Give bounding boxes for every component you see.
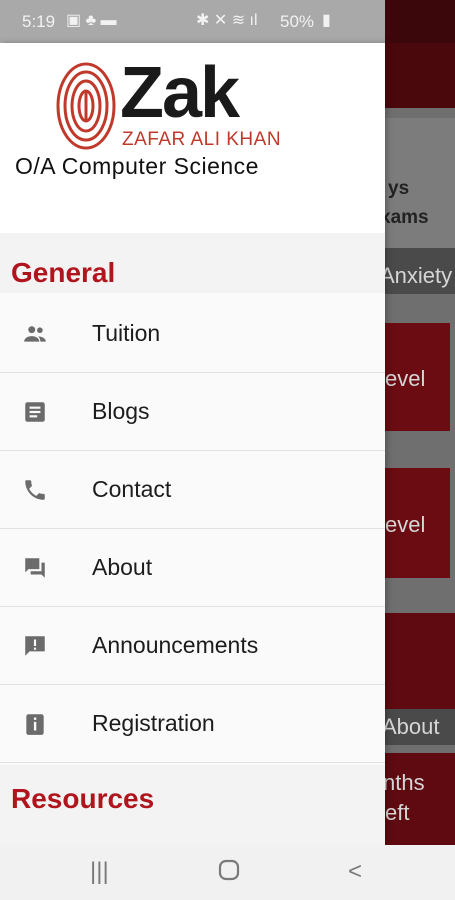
section-general: General (0, 233, 385, 293)
menu-item-label: About (92, 554, 153, 580)
back-icon[interactable]: < (348, 858, 362, 886)
info-icon (26, 714, 44, 735)
section-title: Resources (11, 783, 155, 814)
background-text: Anxiety (380, 263, 453, 288)
background-text: evel (385, 366, 426, 391)
forum-icon (25, 558, 45, 578)
background-text: About (382, 714, 440, 739)
background-text: xams (380, 207, 429, 228)
logo-tagline: O/A Computer Science (15, 153, 259, 179)
home-icon[interactable] (218, 859, 240, 888)
background-text: nths (383, 770, 425, 795)
section-title: General (11, 257, 116, 288)
menu-item-label: Contact (92, 476, 172, 502)
menu-item-label: Announcements (92, 632, 259, 658)
menu-item-label: Registration (92, 710, 215, 736)
menu-item-contact[interactable]: Contact (0, 451, 385, 529)
drawer-menu: Tuition Blogs Contact About Announcement… (0, 295, 385, 763)
status-time: 5:19 (22, 12, 56, 31)
navigation-drawer: Zak ZAFAR ALI KHAN O/A Computer Science … (0, 43, 385, 845)
battery-icon: ▮ (322, 12, 331, 29)
background-text: ys (388, 178, 410, 199)
system-navigation-bar: ||| < (0, 845, 455, 900)
notification-icons: ▣ ♣ ▬ (66, 12, 117, 29)
menu-item-announcements[interactable]: Announcements (0, 607, 385, 685)
announcement-icon (25, 636, 45, 656)
menu-item-label: Tuition (92, 320, 161, 346)
drawer-header: Zak ZAFAR ALI KHAN O/A Computer Science (0, 43, 385, 233)
background-text: evel (385, 512, 426, 537)
fingerprint-logo-icon (56, 62, 116, 150)
article-icon (25, 402, 45, 422)
status-bar: 5:19 ▣ ♣ ▬ ✱ ✕ ≋ ıl 50% ▮ (0, 0, 455, 43)
section-resources: Resources (0, 765, 385, 845)
background-text: eft (385, 800, 410, 825)
logo-subtitle: ZAFAR ALI KHAN (122, 129, 282, 150)
menu-item-about[interactable]: About (0, 529, 385, 607)
connectivity-icons: ✱ ✕ ≋ ıl (196, 12, 258, 29)
people-icon (24, 326, 46, 342)
menu-item-blogs[interactable]: Blogs (0, 373, 385, 451)
battery-level: 50% (280, 12, 315, 31)
menu-item-registration[interactable]: Registration (0, 685, 385, 763)
menu-item-label: Blogs (92, 398, 150, 424)
recent-apps-icon[interactable]: ||| (90, 858, 109, 886)
logo-wordmark: Zak (120, 53, 240, 133)
menu-item-tuition[interactable]: Tuition (0, 295, 385, 373)
phone-icon (25, 480, 45, 500)
